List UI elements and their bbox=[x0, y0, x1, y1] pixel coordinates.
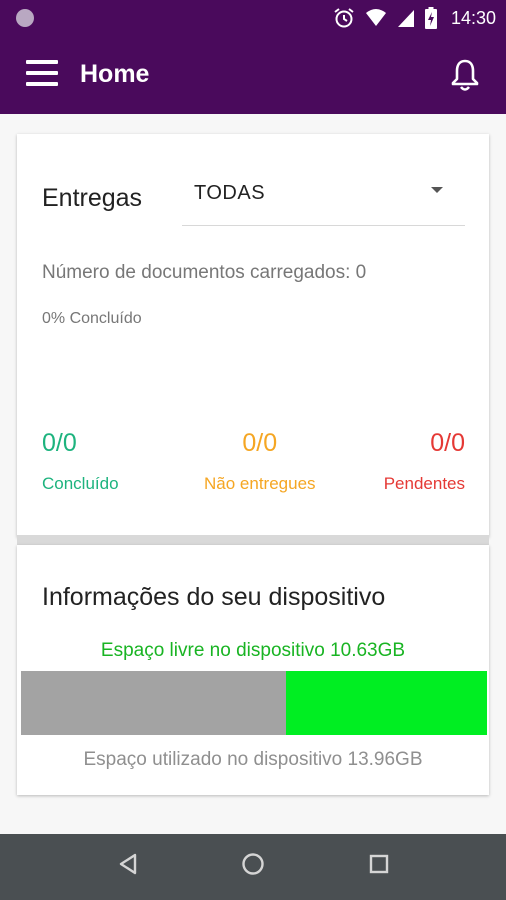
used-space-text: Espaço utilizado no dispositivo 13.96GB bbox=[83, 749, 423, 770]
back-icon[interactable] bbox=[117, 852, 139, 876]
deliveries-card: Entregas TODAS Número de documentos carr… bbox=[17, 134, 489, 537]
status-time: 14:30 bbox=[450, 7, 496, 28]
recents-icon[interactable] bbox=[368, 852, 390, 876]
stat-pending-value: 0/0 bbox=[430, 429, 465, 457]
menu-icon[interactable] bbox=[26, 60, 58, 90]
signal-icon bbox=[397, 10, 414, 27]
documents-loaded-text: Número de documentos carregados: 0 bbox=[42, 262, 367, 283]
bell-icon[interactable] bbox=[450, 58, 480, 92]
stat-pending: 0/0 Pendentes bbox=[384, 429, 465, 494]
stat-not-delivered-label: Não entregues bbox=[204, 474, 316, 493]
stat-pending-label: Pendentes bbox=[383, 474, 465, 493]
page-title: Home bbox=[80, 60, 150, 88]
wifi-icon bbox=[365, 9, 386, 26]
percent-done-text: 0% Concluído bbox=[42, 310, 142, 327]
stat-completed-label: Concluído bbox=[42, 474, 119, 493]
home-icon[interactable] bbox=[241, 852, 265, 876]
device-info-card: Informações do seu dispositivo Espaço li… bbox=[17, 545, 489, 795]
stat-completed: 0/0 Concluído bbox=[42, 429, 119, 494]
stat-completed-value: 0/0 bbox=[42, 429, 77, 457]
device-info-title: Informações do seu dispositivo bbox=[42, 583, 386, 611]
storage-used-segment bbox=[21, 671, 286, 735]
notification-dot-icon bbox=[16, 9, 34, 27]
stat-not-delivered: 0/0 Não entregues bbox=[204, 429, 316, 494]
deliveries-label: Entregas bbox=[42, 184, 143, 212]
storage-free-segment bbox=[285, 671, 487, 735]
deliveries-filter-select[interactable]: TODAS bbox=[182, 164, 465, 226]
system-nav-bar bbox=[0, 834, 506, 900]
status-icons: 14:30 bbox=[333, 0, 496, 36]
status-bar: 14:30 bbox=[0, 0, 506, 36]
dropdown-caret-icon bbox=[431, 187, 443, 193]
stat-not-delivered-value: 0/0 bbox=[242, 429, 278, 457]
alarm-icon bbox=[334, 8, 354, 28]
filter-selected-value: TODAS bbox=[194, 182, 266, 204]
free-space-text: Espaço livre no dispositivo 10.63GB bbox=[100, 640, 406, 661]
storage-bar bbox=[21, 671, 487, 735]
battery-icon bbox=[424, 7, 437, 29]
app-bar: Home bbox=[0, 36, 506, 114]
content-area: Entregas TODAS Número de documentos carr… bbox=[0, 114, 506, 834]
section-divider bbox=[17, 535, 489, 545]
